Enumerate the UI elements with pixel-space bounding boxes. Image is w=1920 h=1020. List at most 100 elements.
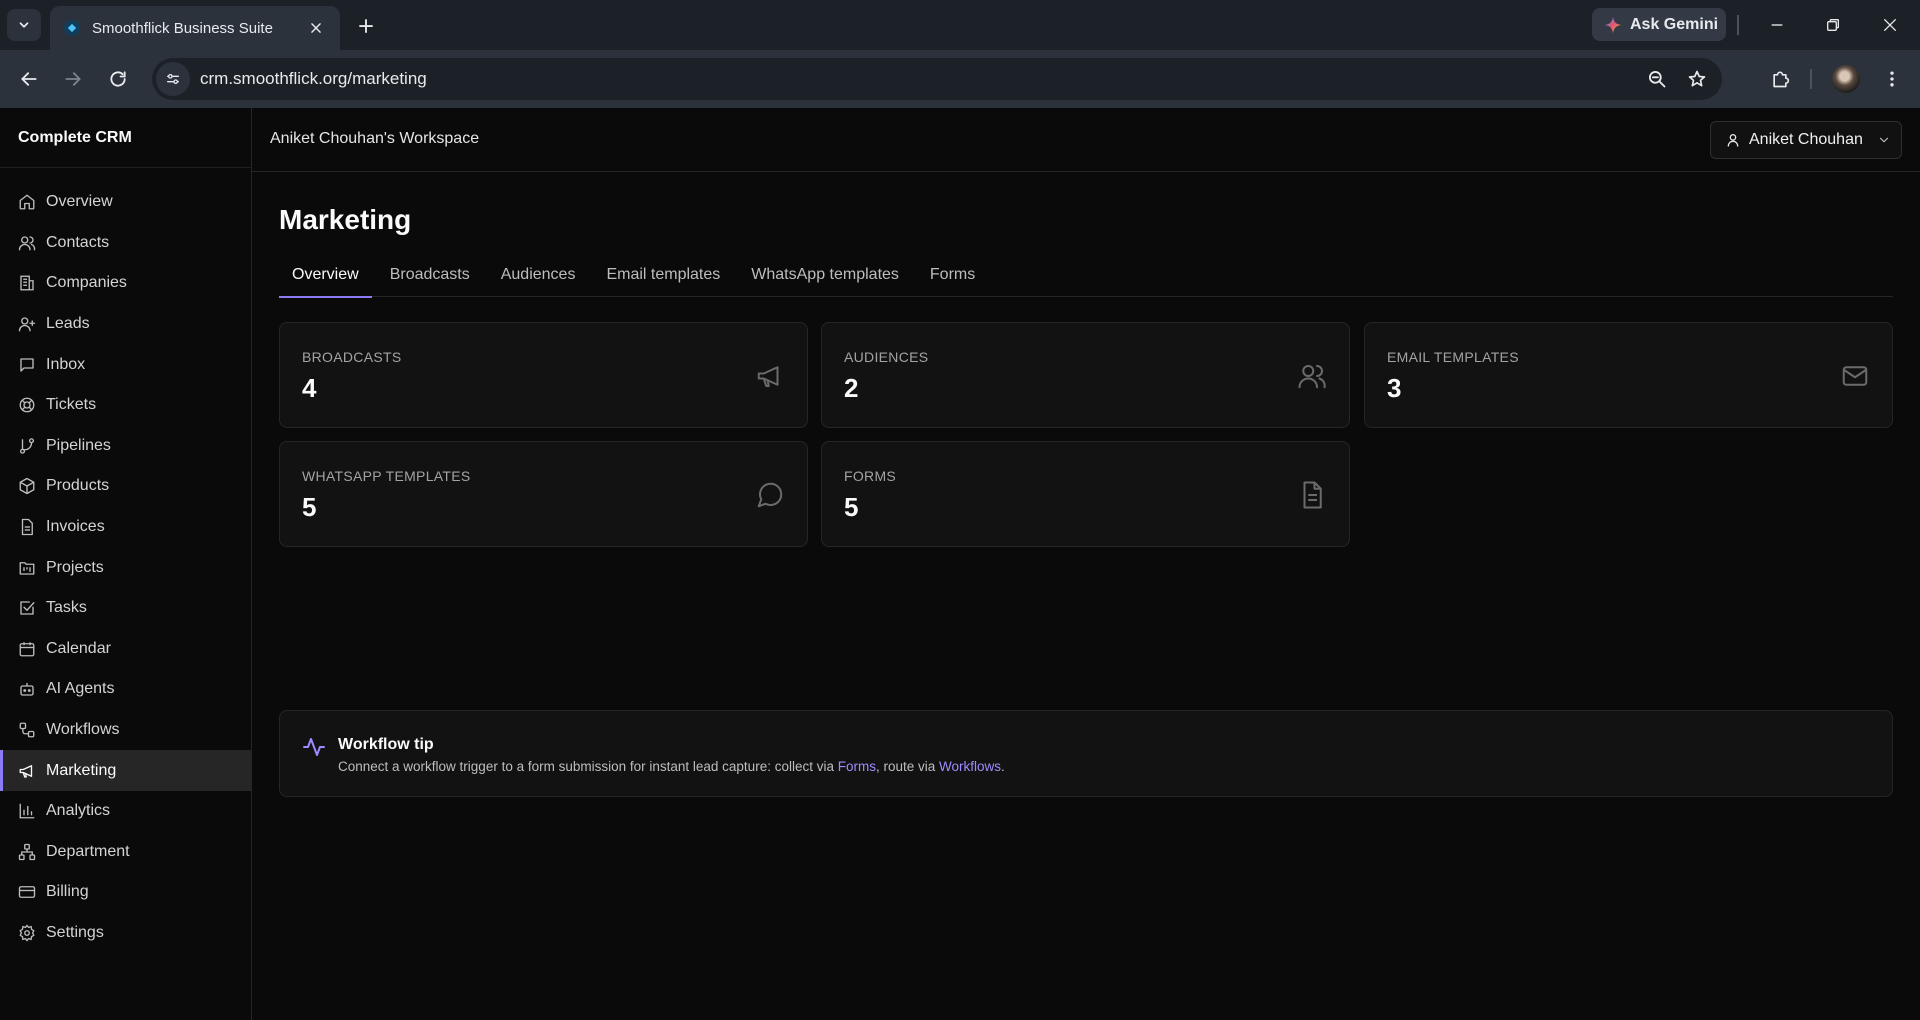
activity-icon (303, 738, 325, 756)
sidebar-item-label: Department (46, 842, 130, 860)
browser-menu-button[interactable] (1877, 64, 1907, 94)
stat-card-audiences[interactable]: AUDIENCES 2 (821, 322, 1350, 428)
sidebar-item-tasks[interactable]: Tasks (0, 588, 251, 629)
reload-button[interactable] (103, 64, 133, 94)
marketing-tabs: Overview Broadcasts Audiences Email temp… (279, 260, 1893, 298)
tab-overview[interactable]: Overview (279, 260, 372, 298)
reload-icon (110, 71, 126, 87)
tip-text-middle: , route via (875, 759, 940, 774)
stat-card-broadcasts[interactable]: BROADCASTS 4 (279, 322, 808, 428)
stat-card-email-templates[interactable]: EMAIL TEMPLATES 3 (1364, 322, 1893, 428)
workflow-icon (19, 722, 35, 738)
stat-label: FORMS (844, 468, 897, 484)
sidebar-item-label: Overview (46, 193, 113, 211)
sidebar-item-label: Projects (46, 558, 104, 576)
sidebar-item-overview[interactable]: Overview (0, 182, 251, 223)
users-icon (18, 236, 36, 251)
sidebar-item-ai-agents[interactable]: AI Agents (0, 669, 251, 710)
chevron-down-icon (19, 22, 29, 28)
stat-value: 5 (844, 492, 859, 522)
close-window-button[interactable] (1877, 12, 1903, 38)
user-menu-button[interactable]: Aniket Chouhan (1710, 121, 1902, 159)
browser-tab[interactable]: Smoothflick Business Suite (50, 6, 340, 50)
tab-audiences[interactable]: Audiences (488, 260, 589, 297)
ask-gemini-label: Ask Gemini (1630, 15, 1719, 33)
sidebar-item-label: Marketing (46, 761, 117, 779)
minimize-icon (1771, 24, 1783, 26)
git-branch-icon (19, 438, 35, 454)
tab-whatsapp-templates[interactable]: WhatsApp templates (738, 260, 912, 297)
sidebar-item-settings[interactable]: Settings (0, 913, 251, 954)
sidebar-item-contacts[interactable]: Contacts (0, 223, 251, 264)
home-icon (19, 194, 35, 210)
user-icon (1727, 134, 1739, 147)
forward-button[interactable] (58, 64, 88, 94)
arrow-left-icon (21, 72, 37, 86)
ask-gemini-button[interactable]: Ask Gemini (1592, 8, 1726, 41)
workspace-name: Aniket Chouhan's Workspace (270, 130, 480, 147)
tab-search-button[interactable] (7, 9, 41, 41)
tab-email-templates[interactable]: Email templates (593, 260, 733, 297)
new-tab-button[interactable] (353, 13, 379, 39)
stat-label: BROADCASTS (302, 349, 402, 365)
sidebar-item-billing[interactable]: Billing (0, 872, 251, 913)
minimize-button[interactable] (1764, 12, 1790, 38)
user-plus-icon (18, 317, 36, 332)
sidebar-item-analytics[interactable]: Analytics (0, 791, 251, 832)
zoom-out-icon (1649, 71, 1666, 88)
chevron-down-icon (1879, 137, 1888, 143)
extensions-button[interactable] (1765, 64, 1795, 94)
life-buoy-icon (19, 397, 35, 413)
sidebar-item-marketing[interactable]: Marketing (0, 750, 251, 791)
restore-button[interactable] (1820, 12, 1846, 38)
tab-forms[interactable]: Forms (917, 260, 988, 297)
gemini-sparkle-icon (1604, 16, 1622, 33)
bookmark-button[interactable] (1682, 64, 1712, 94)
tab-title: Smoothflick Business Suite (92, 19, 273, 37)
back-button[interactable] (14, 64, 44, 94)
zoom-button[interactable] (1642, 64, 1672, 94)
close-icon (311, 23, 321, 33)
calendar-icon (19, 642, 35, 657)
tab-close-button[interactable] (306, 18, 326, 38)
sidebar-nav: Overview Contacts Companies Leads Inbox … (0, 168, 251, 953)
profile-avatar[interactable] (1832, 65, 1860, 93)
sidebar-item-label: Analytics (46, 802, 111, 820)
sidebar-item-label: Inbox (46, 355, 86, 373)
sidebar-item-companies[interactable]: Companies (0, 263, 251, 304)
site-info-button[interactable] (156, 62, 190, 96)
stat-value: 5 (302, 492, 317, 522)
sidebar-item-products[interactable]: Products (0, 466, 251, 507)
address-bar[interactable]: crm.smoothflick.org/marketing (152, 58, 1722, 100)
sidebar-item-projects[interactable]: Projects (0, 547, 251, 588)
workflows-link[interactable]: Workflows (939, 759, 1001, 774)
sidebar-item-tickets[interactable]: Tickets (0, 385, 251, 426)
tune-icon (167, 74, 179, 84)
sidebar-item-invoices[interactable]: Invoices (0, 507, 251, 548)
forms-link[interactable]: Forms (838, 759, 876, 774)
sidebar-item-department[interactable]: Department (0, 832, 251, 873)
sidebar-item-label: Invoices (46, 518, 105, 536)
sidebar-item-workflows[interactable]: Workflows (0, 710, 251, 751)
sidebar-item-inbox[interactable]: Inbox (0, 344, 251, 385)
sidebar-item-pipelines[interactable]: Pipelines (0, 426, 251, 467)
stat-card-forms[interactable]: FORMS 5 (821, 441, 1350, 547)
credit-card-icon (18, 886, 36, 899)
star-icon (1688, 70, 1706, 87)
divider (1810, 69, 1812, 89)
stat-card-whatsapp-templates[interactable]: WHATSAPP TEMPLATES 5 (279, 441, 808, 547)
stat-value: 2 (844, 373, 859, 403)
megaphone-icon (19, 764, 33, 778)
sidebar-item-calendar[interactable]: Calendar (0, 629, 251, 670)
message-circle-icon (757, 482, 783, 508)
tab-broadcasts[interactable]: Broadcasts (377, 260, 483, 297)
sidebar-item-label: Tickets (46, 396, 97, 414)
tip-text-end: . (1001, 759, 1005, 774)
close-icon (1884, 19, 1896, 31)
file-text-icon (1303, 481, 1322, 509)
sidebar-item-leads[interactable]: Leads (0, 304, 251, 345)
sidebar-item-label: Billing (46, 883, 89, 901)
tip-text-start: Connect a workflow trigger to a form sub… (338, 759, 838, 774)
sidebar-item-label: Settings (46, 923, 104, 941)
tip-text: Connect a workflow trigger to a form sub… (338, 759, 1005, 774)
